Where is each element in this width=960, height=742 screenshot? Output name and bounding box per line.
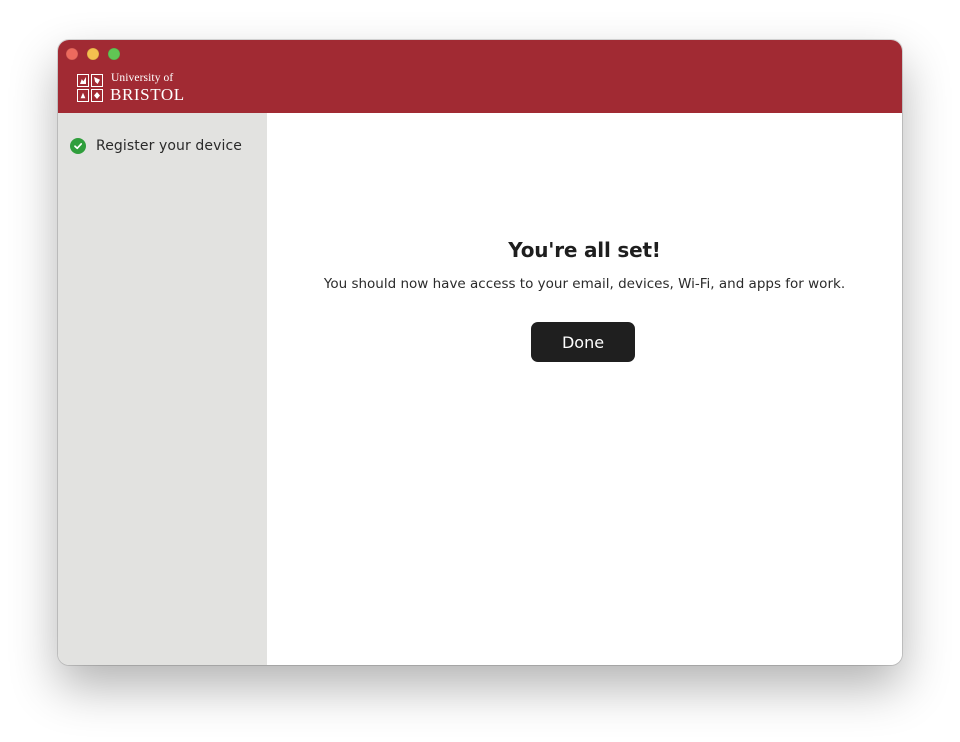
logo-wordmark: University of BRISTOL [110,73,185,103]
minimize-window-button[interactable] [87,48,99,60]
checkmark-icon [74,143,83,150]
sidebar-step-label: Register your device [96,138,243,154]
sidebar-step-register-device: Register your device [70,138,242,154]
crest-quadrant [77,89,89,102]
checkmark-circle-icon [70,138,86,154]
completion-message: You should now have access to your email… [323,276,846,292]
desktop-background: University of BRISTOL Register your devi… [0,0,960,742]
zoom-window-button[interactable] [108,48,120,60]
crest-icon [77,74,103,102]
done-button[interactable]: Done [531,322,635,362]
logo-line-2: BRISTOL [110,84,185,104]
app-window: University of BRISTOL Register your devi… [58,40,902,665]
crest-quadrant [91,74,103,87]
crest-quadrant [77,74,89,87]
completion-title: You're all set! [508,238,661,262]
university-logo: University of BRISTOL [77,73,185,103]
sidebar: Register your device [58,113,267,665]
title-bar: University of BRISTOL [58,40,902,113]
logo-line-1: University of [111,72,174,85]
main-content: You're all set! You should now have acce… [267,113,902,665]
close-window-button[interactable] [66,48,78,60]
crest-quadrant [91,89,103,102]
